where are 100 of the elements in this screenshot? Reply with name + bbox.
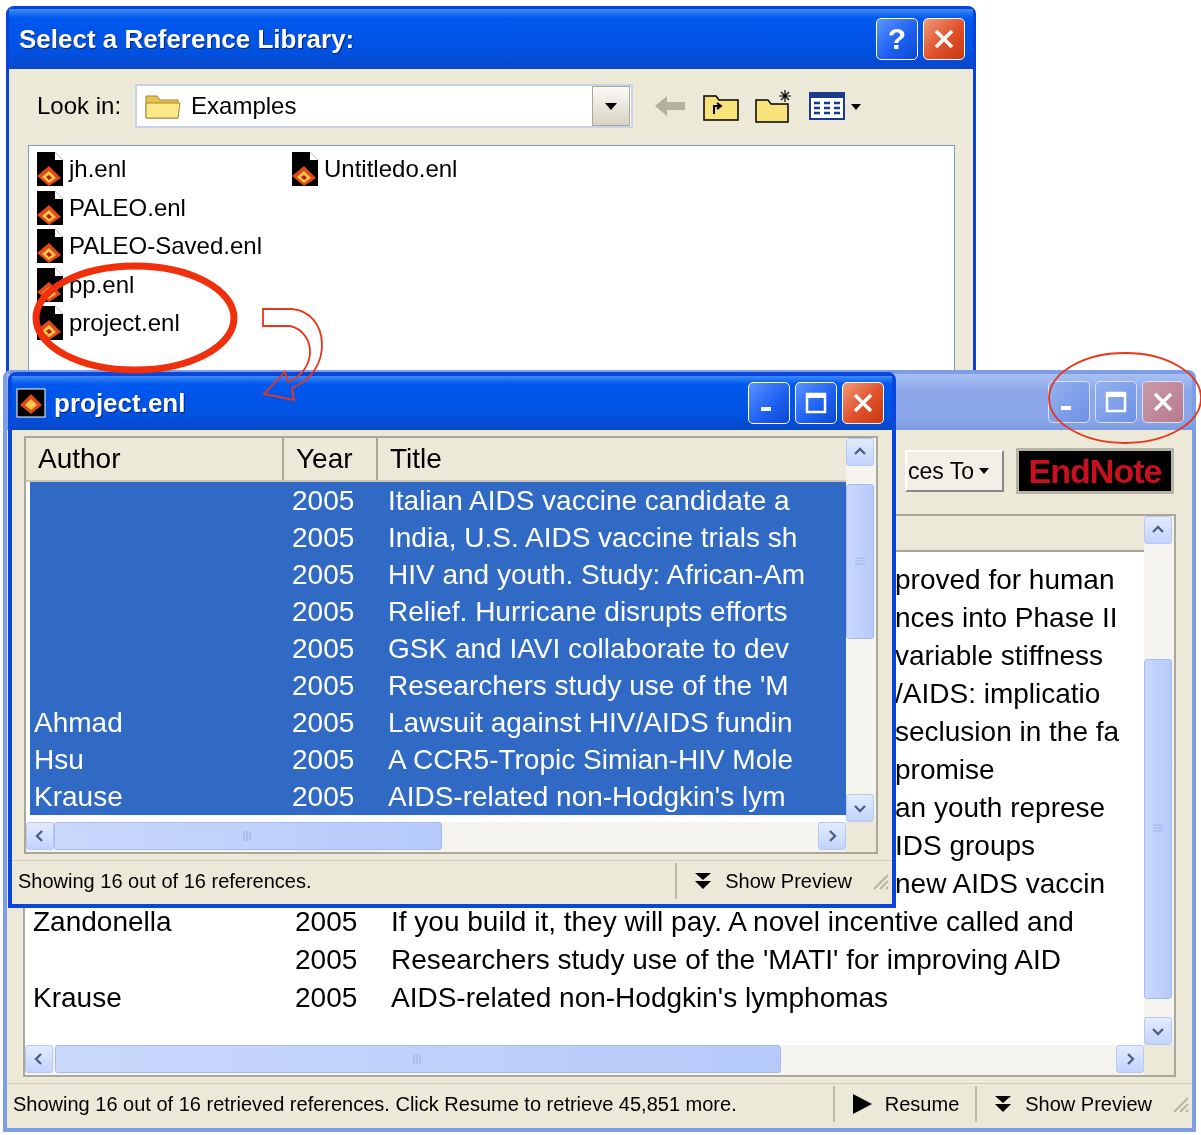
vertical-scrollbar[interactable]	[1144, 516, 1174, 1045]
title-cell: Researchers study use of the 'M	[388, 669, 789, 702]
reference-row[interactable]: 2005 India, U.S. AIDS vaccine trials sh	[30, 519, 846, 556]
title-cell: GSK and IAVI collaborate to dev	[388, 632, 790, 665]
reference-row[interactable]: 2005 GSK and IAVI collaborate to dev	[30, 630, 846, 667]
year-cell-text: 2005	[292, 484, 356, 517]
file-item[interactable]: PALEO.enl	[37, 188, 292, 227]
year-cell-text: 2005	[292, 558, 356, 591]
title-cell: HIV and youth. Study: African-Am	[388, 558, 806, 591]
close-icon	[852, 392, 874, 414]
title-cell: Italian AIDS vaccine candidate a	[388, 484, 790, 517]
title-cell: /AIDS: implicatio	[895, 678, 1101, 710]
year-cell-text: 2005	[292, 669, 356, 702]
endnote-logo: EndNote	[1016, 448, 1174, 494]
file-item[interactable]: Untitledo.enl	[292, 149, 547, 189]
year-cell-text: 2005	[292, 595, 356, 628]
title-cell: A CCR5-Tropic Simian-HIV Mole	[388, 743, 794, 776]
minimize-icon	[761, 407, 771, 411]
author-cell-text: Krause	[32, 982, 123, 1014]
window-title: project.enl	[54, 387, 186, 419]
scroll-thumb[interactable]	[54, 822, 442, 850]
close-icon	[1152, 391, 1174, 413]
scroll-left-button[interactable]	[26, 822, 54, 850]
maximize-icon	[1105, 391, 1127, 413]
double-down-arrow-icon	[993, 1094, 1014, 1114]
toolbar-dropdown-button[interactable]: ces To	[904, 450, 1004, 492]
vertical-scrollbar[interactable]	[846, 438, 876, 822]
play-icon	[850, 1093, 873, 1115]
minimize-icon	[1061, 406, 1071, 410]
title-cell: seclusion in the fa	[895, 716, 1120, 748]
year-cell-text: 2005	[292, 521, 356, 554]
title-cell: India, U.S. AIDS vaccine trials sh	[388, 521, 798, 554]
horizontal-scrollbar[interactable]	[26, 822, 846, 852]
look-in-dropdown[interactable]: Examples	[135, 83, 634, 128]
close-icon	[933, 28, 955, 50]
title-cell: Relief. Hurricane disrupts efforts	[388, 595, 788, 628]
title-cell: AIDS-related non-Hodgkin's lym	[388, 780, 786, 813]
title-cell: variable stiffness	[895, 640, 1104, 672]
caret-down-icon	[978, 467, 990, 475]
horizontal-scrollbar[interactable]	[25, 1045, 1144, 1075]
scroll-thumb[interactable]	[1144, 659, 1172, 999]
author-cell-text: Hsu	[33, 743, 85, 776]
library-file-icon	[37, 151, 63, 186]
reference-row[interactable]: 2005 HIV and youth. Study: African-Am	[30, 556, 846, 593]
scroll-up-button[interactable]	[846, 438, 874, 466]
status-text: Showing 16 out of 16 retrieved references. Click Resume to retrieve 45,851 more.	[12, 1092, 738, 1116]
help-button[interactable]: ?	[876, 18, 918, 60]
scroll-up-button[interactable]	[1144, 516, 1172, 544]
status-text: Showing 16 out of 16 references.	[17, 869, 313, 893]
view-menu-icon	[809, 90, 864, 121]
scroll-right-button[interactable]	[818, 822, 846, 850]
caret-down-icon	[604, 100, 619, 111]
reference-row[interactable]: Ahmad 2005 Lawsuit against HIV/AIDS fundin	[30, 704, 846, 741]
scrollbar-corner	[1144, 1045, 1174, 1075]
title-cell: AIDS-related non-Hodgkin's lymphomas	[391, 982, 889, 1014]
reference-row[interactable]: 2005 Researchers study use of the 'M	[30, 667, 846, 704]
file-item[interactable]: project.enl	[37, 304, 292, 343]
double-down-arrow-icon	[693, 871, 714, 891]
scroll-thumb[interactable]	[55, 1045, 781, 1073]
scroll-thumb[interactable]	[846, 484, 874, 639]
author-cell-text: Ahmad	[33, 706, 124, 739]
column-header[interactable]: Title	[378, 438, 846, 480]
reference-row[interactable]: 2005 Relief. Hurricane disrupts efforts	[30, 593, 846, 630]
author-cell-text: Zandonella	[32, 906, 173, 938]
title-cell: proved for human	[895, 564, 1115, 596]
year-cell-text: 2005	[295, 944, 359, 976]
scroll-down-button[interactable]	[846, 794, 874, 822]
file-item[interactable]: jh.enl	[37, 149, 292, 189]
title-cell: an youth represe	[895, 792, 1106, 824]
scroll-down-button[interactable]	[1144, 1017, 1172, 1045]
year-cell-text: 2005	[292, 780, 356, 813]
file-item[interactable]: PALEO-Saved.enl	[37, 226, 292, 266]
year-cell-text: 2005	[295, 906, 359, 938]
library-file-icon	[37, 190, 63, 225]
year-cell-text: 2005	[292, 743, 356, 776]
title-cell: nces into Phase II	[895, 602, 1118, 634]
dropdown-button[interactable]	[592, 85, 631, 126]
title-cell: Researchers study use of the 'MATI' for improving AID	[391, 944, 1061, 976]
combo-value: Examples	[191, 91, 298, 120]
title-cell: Lawsuit against HIV/AIDS fundin	[388, 706, 793, 739]
maximize-icon	[805, 392, 827, 414]
title-cell: new AIDS vaccin	[895, 868, 1106, 900]
reference-row[interactable]: Krause 2005 AIDS-related non-Hodgkin's lym	[30, 778, 846, 815]
year-cell-text: 2005	[292, 632, 356, 665]
year-cell-text: 2005	[292, 706, 356, 739]
column-header[interactable]: Year	[284, 438, 378, 480]
look-in-label: Look in:	[37, 91, 122, 120]
file-item[interactable]: pp.enl	[37, 265, 292, 305]
reference-row[interactable]: 2005 Italian AIDS vaccine candidate a	[30, 482, 846, 519]
author-cell-text: Krause	[33, 780, 124, 813]
library-file-icon	[292, 151, 318, 186]
column-header[interactable]: Author	[26, 438, 284, 480]
title-cell: IDS groups	[895, 830, 1036, 862]
title-cell: promise	[895, 754, 995, 786]
year-cell-text: 2005	[295, 982, 359, 1014]
scroll-left-button[interactable]	[25, 1045, 53, 1073]
reference-row[interactable]: Hsu 2005 A CCR5-Tropic Simian-HIV Mole	[30, 741, 846, 778]
scroll-right-button[interactable]	[1116, 1045, 1144, 1073]
title-cell: If you build it, they will pay. A novel incentive called and	[391, 906, 1074, 938]
window-title: Select a Reference Library:	[19, 23, 355, 55]
